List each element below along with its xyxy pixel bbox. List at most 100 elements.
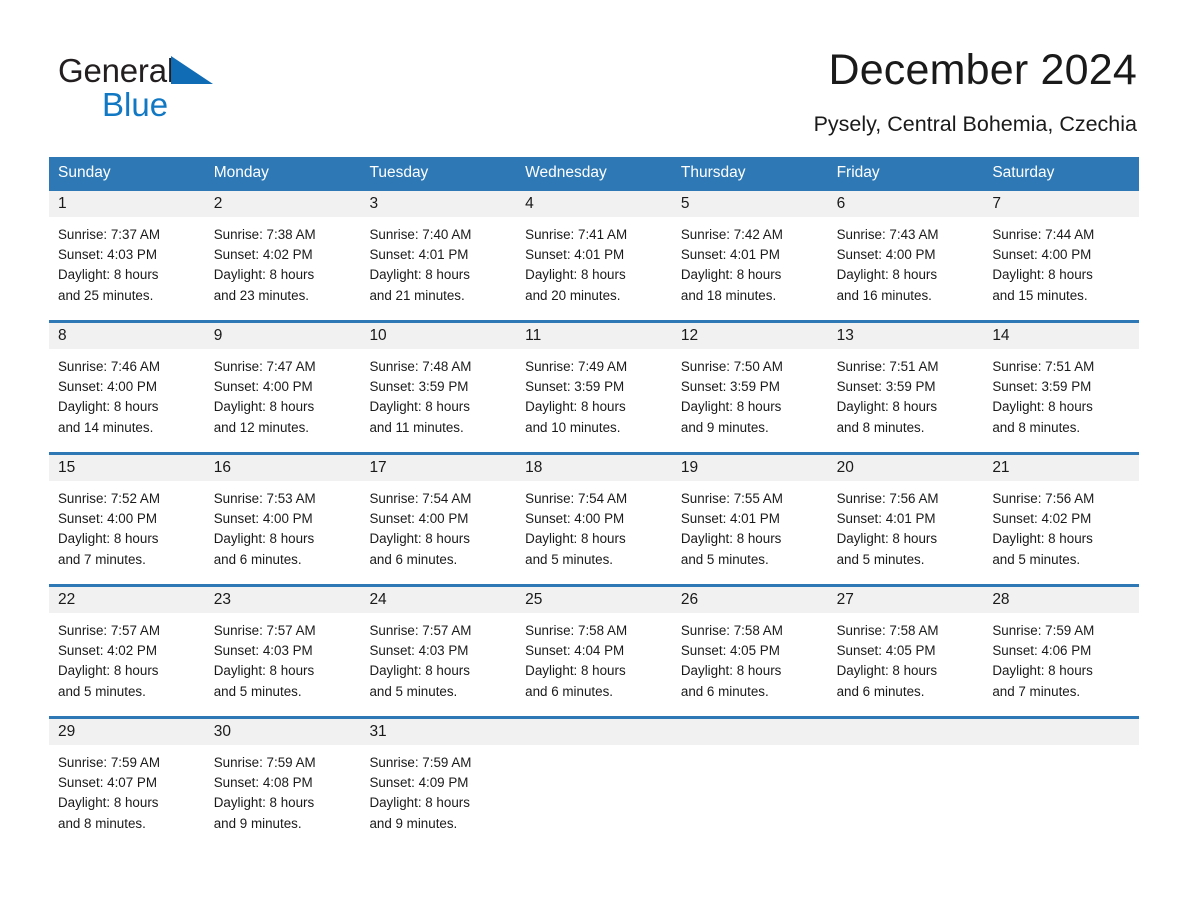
day-cell[interactable]: 29 Sunrise: 7:59 AM Sunset: 4:07 PM Dayl… bbox=[49, 719, 205, 848]
sunset-text: Sunset: 3:59 PM bbox=[836, 379, 936, 395]
day-number: 26 bbox=[680, 591, 699, 608]
daylight-text-line2: and 7 minutes. bbox=[992, 683, 1081, 699]
day-cell[interactable]: 20 Sunrise: 7:56 AM Sunset: 4:01 PM Dayl… bbox=[827, 455, 984, 584]
day-cell[interactable]: 17 Sunrise: 7:54 AM Sunset: 4:00 PM Dayl… bbox=[360, 455, 517, 584]
day-cell[interactable]: 15 Sunrise: 7:52 AM Sunset: 4:00 PM Dayl… bbox=[49, 455, 205, 584]
day-details: Sunrise: 7:42 AM Sunset: 4:01 PM Dayligh… bbox=[672, 217, 828, 306]
sunset-text: Sunset: 4:01 PM bbox=[680, 247, 780, 263]
sunset-text: Sunset: 4:02 PM bbox=[58, 643, 157, 659]
general-blue-logo[interactable]: General Blue bbox=[58, 52, 318, 128]
daylight-text-line1: Daylight: 8 hours bbox=[369, 267, 470, 283]
daylight-text-line1: Daylight: 8 hours bbox=[680, 663, 782, 679]
week-row: 1 Sunrise: 7:37 AM Sunset: 4:03 PM Dayli… bbox=[49, 188, 1140, 320]
day-cell[interactable]: 9 Sunrise: 7:47 AM Sunset: 4:00 PM Dayli… bbox=[204, 323, 361, 452]
daylight-text-line1: Daylight: 8 hours bbox=[58, 795, 159, 811]
sunset-text: Sunset: 4:08 PM bbox=[213, 775, 313, 791]
sunrise-text: Sunrise: 7:59 AM bbox=[369, 755, 472, 770]
sunset-text: Sunset: 4:05 PM bbox=[836, 643, 936, 659]
day-number: 19 bbox=[680, 459, 699, 476]
day-cell[interactable]: 18 Sunrise: 7:54 AM Sunset: 4:00 PM Dayl… bbox=[516, 455, 672, 584]
day-cell[interactable]: 3 Sunrise: 7:40 AM Sunset: 4:01 PM Dayli… bbox=[360, 191, 517, 320]
sunrise-text: Sunrise: 7:44 AM bbox=[992, 227, 1095, 242]
sunset-text: Sunset: 4:00 PM bbox=[213, 379, 313, 395]
daylight-text-line1: Daylight: 8 hours bbox=[992, 399, 1093, 415]
day-cell[interactable]: 2 Sunrise: 7:38 AM Sunset: 4:02 PM Dayli… bbox=[204, 191, 361, 320]
daylight-text-line1: Daylight: 8 hours bbox=[369, 663, 470, 679]
day-cell[interactable]: 23 Sunrise: 7:57 AM Sunset: 4:03 PM Dayl… bbox=[204, 587, 361, 716]
day-number-band: 17 bbox=[360, 455, 517, 481]
day-number-band: 5 bbox=[671, 191, 828, 217]
day-number: 8 bbox=[58, 327, 67, 344]
daylight-text-line1: Daylight: 8 hours bbox=[680, 267, 782, 283]
day-details: Sunrise: 7:48 AM Sunset: 3:59 PM Dayligh… bbox=[360, 349, 516, 438]
day-cell[interactable]: 27 Sunrise: 7:58 AM Sunset: 4:05 PM Dayl… bbox=[827, 587, 984, 716]
day-cell[interactable]: 12 Sunrise: 7:50 AM Sunset: 3:59 PM Dayl… bbox=[671, 323, 828, 452]
sunrise-text: Sunrise: 7:58 AM bbox=[680, 623, 783, 638]
daylight-text-line1: Daylight: 8 hours bbox=[58, 267, 159, 283]
day-number: 15 bbox=[58, 459, 76, 476]
daylight-text-line2: and 9 minutes. bbox=[213, 815, 302, 831]
day-cell[interactable]: 11 Sunrise: 7:49 AM Sunset: 3:59 PM Dayl… bbox=[516, 323, 672, 452]
day-number-band bbox=[827, 719, 984, 745]
day-number-band: 31 bbox=[360, 719, 517, 745]
sunrise-text: Sunrise: 7:42 AM bbox=[680, 227, 783, 242]
daylight-text-line2: and 8 minutes. bbox=[992, 419, 1081, 435]
day-details: Sunrise: 7:38 AM Sunset: 4:02 PM Dayligh… bbox=[205, 217, 361, 306]
day-cell[interactable]: 13 Sunrise: 7:51 AM Sunset: 3:59 PM Dayl… bbox=[827, 323, 984, 452]
day-number: 3 bbox=[369, 195, 379, 212]
sunrise-text: Sunrise: 7:37 AM bbox=[58, 227, 160, 242]
title-block: December 2024 Pysely, Central Bohemia, C… bbox=[814, 44, 1137, 138]
day-details: Sunrise: 7:41 AM Sunset: 4:01 PM Dayligh… bbox=[516, 217, 672, 306]
day-number: 30 bbox=[213, 723, 231, 740]
day-details: Sunrise: 7:44 AM Sunset: 4:00 PM Dayligh… bbox=[983, 217, 1139, 306]
day-cell[interactable]: 16 Sunrise: 7:53 AM Sunset: 4:00 PM Dayl… bbox=[204, 455, 361, 584]
daylight-text-line2: and 16 minutes. bbox=[836, 287, 932, 303]
day-cell[interactable]: 5 Sunrise: 7:42 AM Sunset: 4:01 PM Dayli… bbox=[671, 191, 828, 320]
day-details: Sunrise: 7:51 AM Sunset: 3:59 PM Dayligh… bbox=[828, 349, 984, 438]
day-number-band: 4 bbox=[516, 191, 672, 217]
day-cell[interactable]: 6 Sunrise: 7:43 AM Sunset: 4:00 PM Dayli… bbox=[827, 191, 984, 320]
day-cell[interactable]: 1 Sunrise: 7:37 AM Sunset: 4:03 PM Dayli… bbox=[49, 191, 205, 320]
day-cell[interactable]: 21 Sunrise: 7:56 AM Sunset: 4:02 PM Dayl… bbox=[983, 455, 1140, 584]
sunset-text: Sunset: 4:04 PM bbox=[525, 643, 625, 659]
day-cell[interactable]: 25 Sunrise: 7:58 AM Sunset: 4:04 PM Dayl… bbox=[516, 587, 672, 716]
daylight-text-line1: Daylight: 8 hours bbox=[836, 663, 938, 679]
day-cell-empty bbox=[827, 719, 984, 848]
weekday-friday: Friday bbox=[836, 164, 880, 181]
sunrise-text: Sunrise: 7:50 AM bbox=[680, 359, 783, 374]
weekday-wednesday: Wednesday bbox=[525, 164, 607, 181]
daylight-text-line1: Daylight: 8 hours bbox=[369, 399, 470, 415]
daylight-text-line2: and 25 minutes. bbox=[58, 287, 154, 303]
day-cell-empty bbox=[516, 719, 672, 848]
day-details: Sunrise: 7:51 AM Sunset: 3:59 PM Dayligh… bbox=[983, 349, 1139, 438]
day-number: 2 bbox=[213, 195, 223, 212]
day-cell[interactable]: 31 Sunrise: 7:59 AM Sunset: 4:09 PM Dayl… bbox=[360, 719, 517, 848]
day-cell[interactable]: 19 Sunrise: 7:55 AM Sunset: 4:01 PM Dayl… bbox=[671, 455, 828, 584]
day-number: 16 bbox=[213, 459, 231, 476]
day-number: 28 bbox=[992, 591, 1010, 608]
day-details: Sunrise: 7:58 AM Sunset: 4:04 PM Dayligh… bbox=[516, 613, 672, 702]
day-number: 6 bbox=[836, 195, 846, 212]
daylight-text-line2: and 7 minutes. bbox=[58, 551, 146, 567]
day-cell[interactable]: 22 Sunrise: 7:57 AM Sunset: 4:02 PM Dayl… bbox=[49, 587, 205, 716]
daylight-text-line2: and 20 minutes. bbox=[525, 287, 621, 303]
day-cell[interactable]: 10 Sunrise: 7:48 AM Sunset: 3:59 PM Dayl… bbox=[360, 323, 517, 452]
day-cell[interactable]: 28 Sunrise: 7:59 AM Sunset: 4:06 PM Dayl… bbox=[983, 587, 1140, 716]
day-cell[interactable]: 7 Sunrise: 7:44 AM Sunset: 4:00 PM Dayli… bbox=[983, 191, 1140, 320]
day-number-band: 24 bbox=[360, 587, 517, 613]
day-cell[interactable]: 24 Sunrise: 7:57 AM Sunset: 4:03 PM Dayl… bbox=[360, 587, 517, 716]
day-number-band: 7 bbox=[983, 191, 1140, 217]
sunrise-text: Sunrise: 7:59 AM bbox=[213, 755, 316, 770]
day-cell[interactable]: 8 Sunrise: 7:46 AM Sunset: 4:00 PM Dayli… bbox=[49, 323, 205, 452]
day-number-band: 27 bbox=[827, 587, 984, 613]
day-cell[interactable]: 30 Sunrise: 7:59 AM Sunset: 4:08 PM Dayl… bbox=[204, 719, 361, 848]
day-cell[interactable]: 14 Sunrise: 7:51 AM Sunset: 3:59 PM Dayl… bbox=[983, 323, 1140, 452]
sunrise-text: Sunrise: 7:56 AM bbox=[836, 491, 939, 506]
sunrise-text: Sunrise: 7:57 AM bbox=[213, 623, 316, 638]
sunrise-text: Sunrise: 7:38 AM bbox=[213, 227, 316, 242]
day-details: Sunrise: 7:56 AM Sunset: 4:01 PM Dayligh… bbox=[828, 481, 984, 570]
daylight-text-line1: Daylight: 8 hours bbox=[836, 399, 938, 415]
day-cell[interactable]: 26 Sunrise: 7:58 AM Sunset: 4:05 PM Dayl… bbox=[671, 587, 828, 716]
day-cell[interactable]: 4 Sunrise: 7:41 AM Sunset: 4:01 PM Dayli… bbox=[516, 191, 672, 320]
daylight-text-line1: Daylight: 8 hours bbox=[213, 267, 315, 283]
